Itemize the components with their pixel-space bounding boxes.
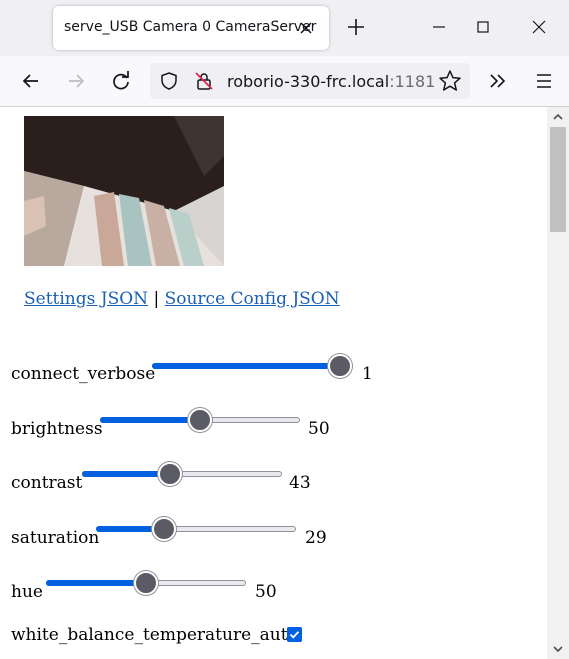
scroll-up-icon[interactable] — [552, 111, 564, 123]
slider-thumb[interactable] — [157, 462, 182, 486]
page-content: Settings JSON | Source Config JSON conne… — [0, 107, 547, 659]
slider-fill — [46, 580, 146, 586]
close-tab-icon[interactable] — [293, 15, 319, 41]
brightness-value: 50 — [308, 419, 330, 439]
close-window-icon[interactable] — [524, 12, 554, 42]
back-icon[interactable] — [16, 66, 46, 96]
slider-thumb[interactable] — [152, 517, 177, 541]
slider-thumb[interactable] — [188, 408, 212, 432]
scrollbar-thumb[interactable] — [550, 127, 566, 232]
scroll-down-icon[interactable] — [552, 643, 564, 655]
slider-fill — [100, 417, 200, 423]
tab-strip: serve_USB Camera 0 CameraServer — [0, 0, 569, 56]
contrast-label: contrast — [11, 473, 83, 493]
slider-fill — [152, 363, 340, 369]
slider-thumb[interactable] — [134, 571, 158, 595]
hue-value: 50 — [255, 582, 277, 602]
url-text: roborio-330-frc.local:1181 — [227, 72, 435, 91]
tab-camera-server[interactable]: serve_USB Camera 0 CameraServer — [53, 6, 329, 50]
slider-thumb[interactable] — [328, 354, 352, 378]
hue-label: hue — [11, 582, 43, 602]
hue-slider[interactable] — [46, 570, 246, 596]
white-balance-auto-label: white_balance_temperature_auto — [11, 625, 298, 645]
links-separator: | — [153, 289, 160, 309]
saturation-label: saturation — [11, 528, 100, 548]
saturation-value: 29 — [305, 528, 327, 548]
json-links: Settings JSON | Source Config JSON — [24, 289, 340, 309]
url-host: roborio-330-frc.local — [227, 72, 390, 91]
menu-icon[interactable] — [529, 66, 559, 96]
contrast-slider[interactable] — [82, 461, 282, 487]
maximize-icon[interactable] — [468, 12, 498, 42]
shield-icon[interactable] — [158, 70, 180, 92]
overflow-chevrons-icon[interactable] — [483, 66, 513, 96]
minimize-icon[interactable] — [424, 12, 454, 42]
connect-verbose-slider[interactable] — [152, 353, 352, 379]
forward-icon[interactable] — [61, 66, 91, 96]
source-config-json-link[interactable]: Source Config JSON — [165, 289, 340, 309]
saturation-slider[interactable] — [96, 516, 296, 542]
bookmark-star-icon[interactable] — [435, 66, 465, 96]
navigation-bar: roborio-330-frc.local:1181 — [0, 56, 569, 107]
settings-json-link[interactable]: Settings JSON — [24, 289, 148, 309]
contrast-value: 43 — [289, 473, 311, 493]
tab-title: serve_USB Camera 0 CameraServer — [64, 19, 317, 35]
slider-fill — [82, 471, 170, 477]
brightness-slider[interactable] — [100, 407, 300, 433]
camera-stream-image — [24, 116, 224, 266]
white-balance-auto-checkbox[interactable] — [287, 627, 302, 642]
reload-icon[interactable] — [106, 66, 136, 96]
url-port: :1181 — [389, 72, 436, 91]
connect-verbose-value: 1 — [362, 364, 373, 384]
insecure-lock-icon[interactable] — [193, 70, 215, 92]
brightness-label: brightness — [11, 419, 103, 439]
address-bar[interactable]: roborio-330-frc.local:1181 — [150, 63, 470, 99]
new-tab-icon[interactable] — [343, 14, 369, 40]
vertical-scrollbar[interactable] — [547, 107, 569, 659]
connect-verbose-label: connect_verbose — [11, 364, 156, 384]
